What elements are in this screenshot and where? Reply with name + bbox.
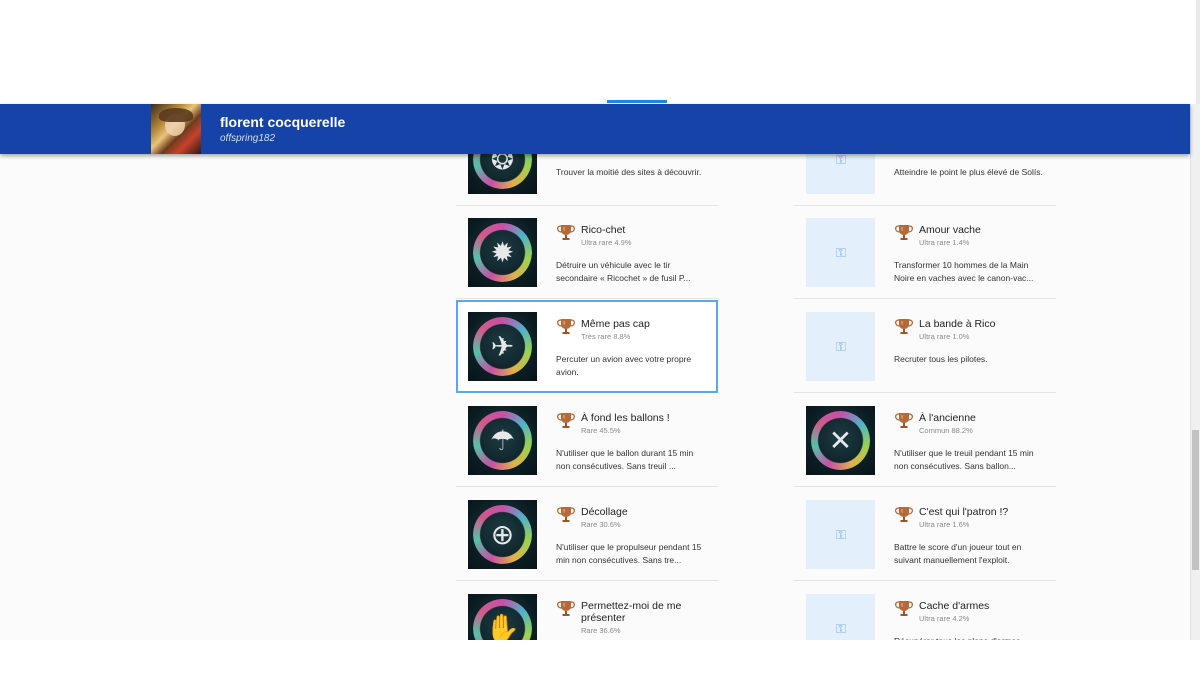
- trophy-description: Percuter un avion avec votre propre avio…: [556, 354, 692, 377]
- bronze-trophy-icon: [556, 411, 576, 429]
- bronze-trophy-icon: [556, 599, 576, 617]
- bronze-trophy-icon: [556, 317, 576, 335]
- trophy-title: À fond les ballons !: [581, 412, 670, 424]
- trophy-rarity: Ultra rare 1.6%: [919, 520, 970, 529]
- trophy-description: N'utiliser que le ballon durant 15 min n…: [556, 448, 694, 471]
- trophy-card[interactable]: ⚿ C'est qui l'patron !? Ultra rare 1.6% Bat…: [794, 488, 1056, 581]
- page-footer-area: [0, 640, 1200, 675]
- trophy-description: Atteindre le point le plus élevé de Solí…: [894, 167, 1043, 177]
- profile-bar: florent cocquerelle offspring182: [0, 104, 1190, 154]
- trophy-rarity: Ultra rare 1.0%: [919, 332, 970, 341]
- trophy-thumbnail: ❂: [468, 154, 537, 194]
- bronze-trophy-icon: [894, 317, 914, 335]
- trophy-card[interactable]: ⚿ Amour vache Ultra rare 1.4% Transformer 1…: [794, 206, 1056, 299]
- trophy-description: Battre le score d'un joueur tout en suiv…: [894, 542, 1022, 565]
- trophy-thumbnail: ⊕: [468, 500, 537, 569]
- trophy-title: Décollage: [581, 506, 628, 518]
- trophy-thumbnail: ✈: [468, 312, 537, 381]
- trophy-rarity: Rare 45.5%: [581, 426, 621, 435]
- handshake-emblem-icon: ✋: [485, 612, 520, 640]
- bronze-trophy-icon: [556, 505, 576, 523]
- trophy-description: N'utiliser que le treuil pendant 15 min …: [894, 448, 1034, 471]
- grapple-emblem-icon: ✕: [828, 424, 853, 457]
- trophy-rarity: Commun 88.2%: [919, 426, 973, 435]
- trophy-list: ❂Très rare 8.1%Trouver la moitié des sit…: [0, 154, 1190, 640]
- trophy-thumbnail: ✕: [806, 406, 875, 475]
- trophy-description: Recruter tous les pilotes.: [894, 354, 988, 364]
- trophy-card[interactable]: ✈ Même pas cap Très rare 8.8% Percuter un a…: [456, 300, 718, 393]
- hidden-trophy-icon: ⚿: [836, 339, 846, 355]
- hidden-trophy-thumbnail: ⚿: [806, 312, 875, 381]
- bronze-trophy-icon: [556, 223, 576, 241]
- hidden-trophy-icon: ⚿: [836, 527, 846, 543]
- bronze-trophy-icon: [894, 411, 914, 429]
- trophy-rarity: Très rare 8.8%: [581, 332, 631, 341]
- hidden-trophy-thumbnail: ⚿: [806, 500, 875, 569]
- trophy-title: Permettez-moi de me présenter: [581, 600, 682, 624]
- ricochet-emblem-icon: ✹: [490, 236, 515, 269]
- bronze-trophy-icon: [894, 599, 914, 617]
- trophy-rarity: Ultra rare 4.2%: [919, 614, 970, 623]
- hidden-trophy-icon: ⚿: [836, 245, 846, 261]
- crosshair-emblem-icon: ⊕: [490, 518, 515, 551]
- trophy-card[interactable]: ⊕ Décollage Rare 30.6% N'utiliser que le pr…: [456, 488, 718, 581]
- page-header-area: [0, 0, 1200, 104]
- trophy-title: La bande à Rico: [919, 318, 996, 330]
- plane-emblem-icon: ✈: [490, 330, 515, 363]
- profile-name[interactable]: florent cocquerelle: [220, 114, 345, 130]
- hidden-trophy-thumbnail: ⚿: [806, 154, 875, 194]
- trophy-card[interactable]: ⚿Ultra rare 1.2%Atteindre le point le pl…: [794, 154, 1056, 206]
- trophy-description: Trouver la moitié des sites à découvrir.: [556, 167, 702, 177]
- trophy-rarity: Ultra rare 1.4%: [919, 238, 970, 247]
- trophy-description: Détruire un véhicule avec le tir seconda…: [556, 260, 691, 283]
- trophy-card[interactable]: ⚿ La bande à Rico Ultra rare 1.0% Recruter …: [794, 300, 1056, 393]
- trophy-card[interactable]: ☂ À fond les ballons ! Rare 45.5% N'utilise…: [456, 394, 718, 487]
- trophy-thumbnail: ☂: [468, 406, 537, 475]
- trophy-rarity: Ultra rare 4.9%: [581, 238, 632, 247]
- hidden-trophy-thumbnail: ⚿: [806, 594, 875, 640]
- trophy-card[interactable]: ✕ À l'ancienne Commun 88.2% N'utiliser que …: [794, 394, 1056, 487]
- trophy-title: Amour vache: [919, 224, 981, 236]
- trophy-description: Transformer 10 hommes de la Main Noire e…: [894, 260, 1034, 283]
- trophy-title: C'est qui l'patron !?: [919, 506, 1009, 518]
- trophy-thumbnail: ✋: [468, 594, 537, 640]
- trophy-title: Cache d'armes: [919, 600, 990, 612]
- hidden-trophy-thumbnail: ⚿: [806, 218, 875, 287]
- vertical-scrollbar[interactable]: [1190, 104, 1200, 640]
- bronze-trophy-icon: [894, 223, 914, 241]
- bronze-trophy-icon: [894, 505, 914, 523]
- profile-handle: offspring182: [220, 133, 276, 144]
- trophy-description: N'utiliser que le propulseur pendant 15 …: [556, 542, 702, 565]
- hidden-trophy-icon: ⚿: [836, 154, 846, 168]
- parachute-emblem-icon: ☂: [489, 424, 516, 457]
- active-tab-indicator: [607, 100, 667, 103]
- trophy-card[interactable]: ✹ Rico-chet Ultra rare 4.9% Détruire un véh…: [456, 206, 718, 299]
- scrollbar-thumb[interactable]: [1192, 430, 1199, 570]
- hidden-trophy-icon: ⚿: [836, 621, 846, 637]
- trophy-card[interactable]: ⚿Cache d'armesUltra rare 4.2%Récupérer t…: [794, 582, 1056, 640]
- trophy-title: À l'ancienne: [919, 412, 976, 424]
- trophy-title: Même pas cap: [581, 318, 650, 330]
- trophy-thumbnail: ✹: [468, 218, 537, 287]
- balloons-emblem-icon: ❂: [490, 154, 515, 176]
- trophy-card[interactable]: ❂Très rare 8.1%Trouver la moitié des sit…: [456, 154, 718, 206]
- trophy-title: Rico-chet: [581, 224, 626, 236]
- trophy-rarity: Rare 30.6%: [581, 520, 621, 529]
- avatar[interactable]: [151, 104, 201, 154]
- trophy-rarity: Rare 36.6%: [581, 626, 621, 635]
- trophy-card[interactable]: ✋ Permettez-moi de me présenter Rare 36.6%: [456, 582, 718, 640]
